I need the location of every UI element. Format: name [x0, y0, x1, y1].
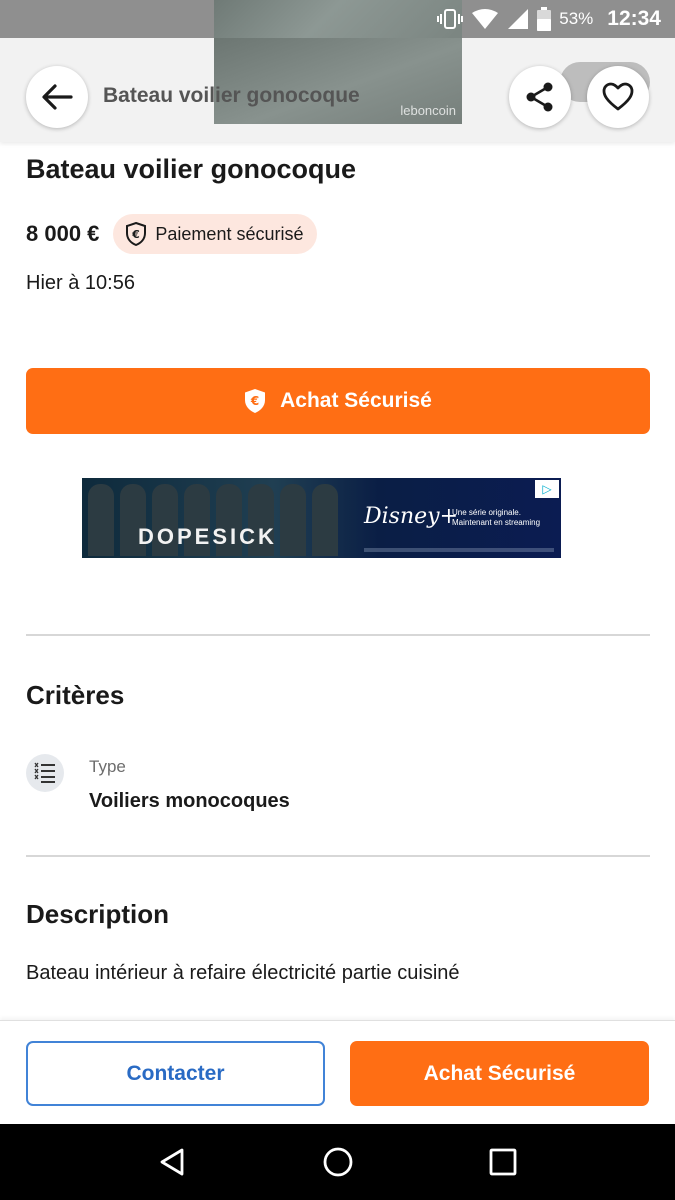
euro-shield-icon: € [126, 222, 147, 246]
status-photo-strip [214, 0, 462, 38]
signal-icon [508, 9, 529, 29]
ad-tagline: Une série originale. Maintenant en strea… [452, 508, 540, 528]
system-nav-bar [0, 1124, 675, 1200]
criteria-heading: Critères [26, 680, 125, 710]
back-arrow-icon [42, 84, 73, 110]
ad-show-title: DOPESICK [138, 524, 277, 549]
share-button[interactable] [509, 66, 571, 128]
divider [26, 634, 650, 636]
svg-text:€: € [132, 228, 141, 241]
description-heading: Description [26, 899, 170, 929]
nav-back-icon[interactable] [153, 1142, 193, 1182]
secure-payment-label: Paiement sécurisé [155, 223, 304, 244]
nav-recents-icon[interactable] [483, 1142, 523, 1182]
status-icons: 53% 12:34 [437, 0, 661, 38]
list-icon [26, 754, 64, 792]
criteria-type-label: Type [89, 757, 126, 776]
listing-photo-preview[interactable]: leboncoin [214, 38, 462, 124]
share-icon [526, 82, 553, 112]
back-button[interactable] [26, 66, 88, 128]
criteria-type-value: Voiliers monocoques [89, 790, 290, 812]
wifi-icon [472, 9, 499, 29]
ad-tagline-line2: Maintenant en streaming [452, 518, 541, 527]
battery-percent: 53% [559, 9, 594, 28]
ad-tagline-line1: Une série originale. [452, 508, 521, 517]
ad-banner[interactable]: DOPESICK Disney+ Une série originale. Ma… [82, 478, 561, 558]
description-text: Bateau intérieur à refaire électricité p… [26, 962, 460, 984]
listing-price: 8 000 € [26, 221, 100, 246]
secure-purchase-bottom-button[interactable]: Achat Sécurisé [350, 1041, 649, 1106]
battery-icon [537, 7, 552, 31]
clock: 12:34 [607, 7, 661, 30]
posted-date: Hier à 10:56 [26, 272, 135, 294]
app-header: leboncoin Bateau voilier gonocoque [0, 38, 675, 142]
divider [26, 855, 650, 857]
contact-button[interactable]: Contacter [26, 1041, 325, 1106]
favorite-button[interactable] [587, 66, 649, 128]
secure-purchase-button[interactable]: € Achat Sécurisé [26, 368, 650, 434]
svg-text:€: € [250, 394, 259, 408]
secure-purchase-label: Achat Sécurisé [280, 389, 432, 412]
nav-home-icon[interactable] [318, 1142, 358, 1182]
photo-watermark: leboncoin [400, 103, 456, 118]
secure-payment-badge[interactable]: € Paiement sécurisé [113, 214, 318, 254]
heart-icon [602, 82, 634, 111]
vibrate-icon [437, 9, 464, 29]
status-bar: 53% 12:34 [0, 0, 675, 38]
ad-brand-logo: Disney+ [364, 504, 459, 529]
listing-title: Bateau voilier gonocoque [26, 154, 357, 184]
adchoices-icon[interactable]: ▷ [535, 480, 559, 498]
header-title: Bateau voilier gonocoque [103, 84, 360, 107]
euro-shield-icon: € [245, 389, 266, 413]
price-row: 8 000 € € Paiement sécurisé [26, 214, 318, 254]
bottom-action-bar: Contacter Achat Sécurisé [0, 1020, 675, 1124]
ad-legal-text [364, 548, 554, 552]
